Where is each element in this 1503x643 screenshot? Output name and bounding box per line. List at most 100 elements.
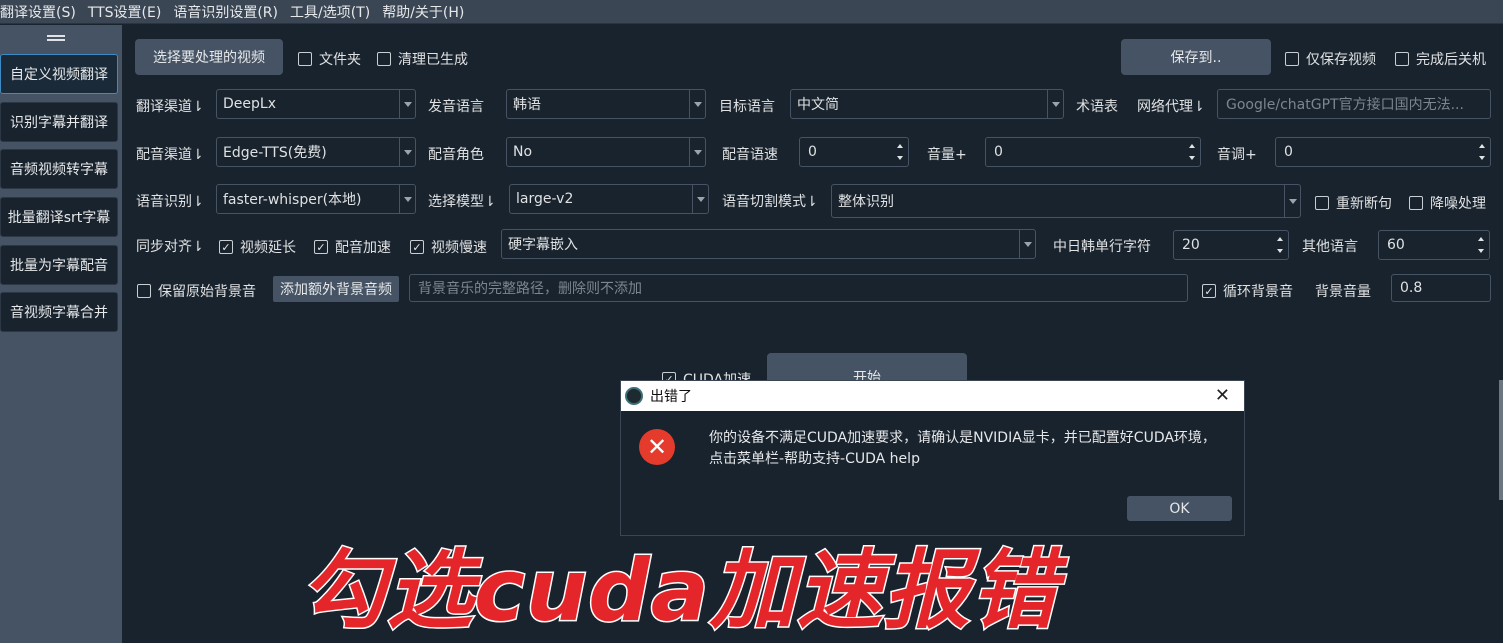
proxy-input[interactable]: Google/chatGPT官方接口国内无法...	[1217, 89, 1491, 119]
check-icon: ✓	[1202, 284, 1216, 298]
drag-handle-icon[interactable]	[47, 35, 65, 41]
keep-bg-checkbox[interactable]: 保留原始背景音	[137, 281, 256, 301]
check-icon: ✓	[219, 240, 233, 254]
sidebar-item-batch-dub[interactable]: 批量为字幕配音	[0, 245, 118, 285]
arrow-down-icon[interactable]	[1189, 156, 1195, 160]
split-mode-select[interactable]: 整体识别	[831, 184, 1301, 218]
dub-channel-select[interactable]: Edge-TTS(免费)	[216, 137, 416, 167]
folder-checkbox[interactable]: 文件夹	[298, 49, 361, 69]
bg-volume-input[interactable]: 0.8	[1391, 274, 1491, 302]
arrow-up-icon[interactable]	[1478, 237, 1484, 241]
video-extend-checkbox[interactable]: ✓ 视频延长	[219, 237, 296, 257]
checkbox-box	[298, 52, 312, 66]
menu-tts-settings[interactable]: TTS设置(E)	[88, 2, 162, 22]
video-slow-checkbox[interactable]: ✓ 视频慢速	[410, 237, 487, 257]
translate-channel-select[interactable]: DeepLx	[216, 89, 416, 119]
checkbox-box	[1409, 196, 1423, 210]
error-icon: ✕	[639, 429, 675, 465]
chevron-down-icon	[1047, 90, 1063, 118]
sidebar-item-recognize-translate[interactable]: 识别字幕并翻译	[0, 102, 118, 142]
chevron-down-icon	[1019, 230, 1035, 258]
check-icon: ✓	[410, 240, 424, 254]
checkbox-box	[1285, 52, 1299, 66]
loop-bg-checkbox[interactable]: ✓ 循环背景音	[1202, 281, 1293, 301]
dub-speed-label: 配音语速	[722, 147, 778, 163]
chevron-down-icon	[689, 90, 705, 118]
menu-bar: 翻译设置(S) TTS设置(E) 语音识别设置(R) 工具/选项(T) 帮助/关…	[0, 0, 1503, 24]
clear-generated-checkbox[interactable]: 清理已生成	[377, 49, 468, 69]
sidebar-item-custom-video-translate[interactable]: 自定义视频翻译	[0, 54, 118, 94]
app-icon	[625, 387, 643, 405]
dub-speed-stepper[interactable]: 0	[799, 137, 909, 167]
sidebar-item-av-to-subtitle[interactable]: 音频视频转字幕	[0, 149, 118, 189]
volume-stepper[interactable]: 0	[985, 137, 1201, 167]
glossary-label[interactable]: 术语表	[1076, 96, 1118, 116]
chevron-down-icon	[689, 138, 705, 166]
cjk-chars-stepper[interactable]: 20	[1173, 230, 1289, 260]
arrow-up-icon[interactable]	[1479, 144, 1485, 148]
resegment-checkbox[interactable]: 重新断句	[1315, 193, 1392, 213]
voice-language-select[interactable]: 韩语	[506, 89, 706, 119]
menu-translate-settings[interactable]: 翻译设置(S)	[0, 2, 76, 22]
subtitle-mode-select[interactable]: 硬字幕嵌入	[501, 229, 1036, 259]
other-lang-label: 其他语言	[1302, 239, 1358, 255]
arrow-down-icon[interactable]	[1277, 249, 1283, 253]
translate-channel-label: 翻译渠道⇂	[136, 99, 204, 115]
chevron-down-icon	[399, 185, 415, 213]
asr-select[interactable]: faster-whisper(本地)	[216, 184, 416, 214]
arrow-down-icon[interactable]	[1478, 249, 1484, 253]
arrow-up-icon[interactable]	[1189, 144, 1195, 148]
asr-label: 语音识别⇂	[136, 194, 204, 210]
dub-role-label: 配音角色	[428, 147, 484, 163]
only-save-video-checkbox[interactable]: 仅保存视频	[1285, 49, 1376, 69]
overlay-caption: 勾选cuda加速报错	[299, 540, 1059, 643]
proxy-label[interactable]: 网络代理⇂	[1137, 96, 1205, 116]
bg-path-input[interactable]: 背景音乐的完整路径，删除则不添加	[409, 274, 1188, 302]
arrow-down-icon[interactable]	[1479, 156, 1485, 160]
volume-label: 音量+	[927, 147, 967, 163]
add-bg-audio-button[interactable]: 添加额外背景音频	[273, 276, 399, 302]
checkbox-box	[1315, 196, 1329, 210]
sidebar-item-batch-srt-translate[interactable]: 批量翻译srt字幕	[0, 197, 118, 237]
dialog-title-bar: 出错了 ✕	[621, 381, 1244, 411]
model-label: 选择模型⇂	[428, 194, 496, 210]
scrollbar[interactable]	[1499, 380, 1503, 500]
dialog-message: 你的设备不满足CUDA加速要求，请确认是NVIDIA显卡，并已配置好CUDA环境…	[709, 430, 1216, 467]
checkbox-box	[377, 52, 391, 66]
select-video-button[interactable]: 选择要处理的视频	[135, 39, 283, 75]
bg-volume-label: 背景音量	[1315, 284, 1371, 300]
target-language-select[interactable]: 中文简	[790, 89, 1064, 119]
pitch-stepper[interactable]: 0	[1275, 137, 1491, 167]
shutdown-after-checkbox[interactable]: 完成后关机	[1395, 49, 1486, 69]
error-dialog: 出错了 ✕ ✕ 你的设备不满足CUDA加速要求，请确认是NVIDIA显卡，并已配…	[620, 380, 1245, 536]
split-mode-label: 语音切割模式⇂	[722, 194, 818, 210]
dub-accelerate-checkbox[interactable]: ✓ 配音加速	[314, 237, 391, 257]
denoise-checkbox[interactable]: 降噪处理	[1409, 193, 1486, 213]
chevron-down-icon	[399, 90, 415, 118]
dialog-title: 出错了	[650, 389, 692, 405]
cjk-chars-label: 中日韩单行字符	[1053, 239, 1151, 255]
other-lang-stepper[interactable]: 60	[1378, 230, 1490, 260]
target-language-label: 目标语言	[719, 99, 775, 115]
menu-tools-options[interactable]: 工具/选项(T)	[290, 2, 370, 22]
menu-asr-settings[interactable]: 语音识别设置(R)	[173, 2, 278, 22]
checkbox-box	[137, 284, 151, 298]
close-icon[interactable]: ✕	[1215, 385, 1230, 406]
menu-help-about[interactable]: 帮助/关于(H)	[382, 2, 464, 22]
check-icon: ✓	[314, 240, 328, 254]
pitch-label: 音调+	[1217, 147, 1257, 163]
chevron-down-icon	[399, 138, 415, 166]
model-select[interactable]: large-v2	[509, 184, 709, 214]
arrow-up-icon[interactable]	[897, 144, 903, 148]
chevron-down-icon	[692, 185, 708, 213]
sync-align-label: 同步对齐⇂	[136, 239, 204, 255]
arrow-down-icon[interactable]	[897, 156, 903, 160]
dub-role-select[interactable]: No	[506, 137, 706, 167]
save-to-button[interactable]: 保存到..	[1121, 39, 1271, 75]
ok-button[interactable]: OK	[1127, 496, 1232, 521]
chevron-down-icon	[1284, 185, 1300, 217]
sidebar-item-av-subtitle-merge[interactable]: 音视频字幕合并	[0, 292, 118, 332]
dub-channel-label: 配音渠道⇂	[136, 147, 204, 163]
voice-language-label: 发音语言	[428, 99, 484, 115]
arrow-up-icon[interactable]	[1277, 237, 1283, 241]
